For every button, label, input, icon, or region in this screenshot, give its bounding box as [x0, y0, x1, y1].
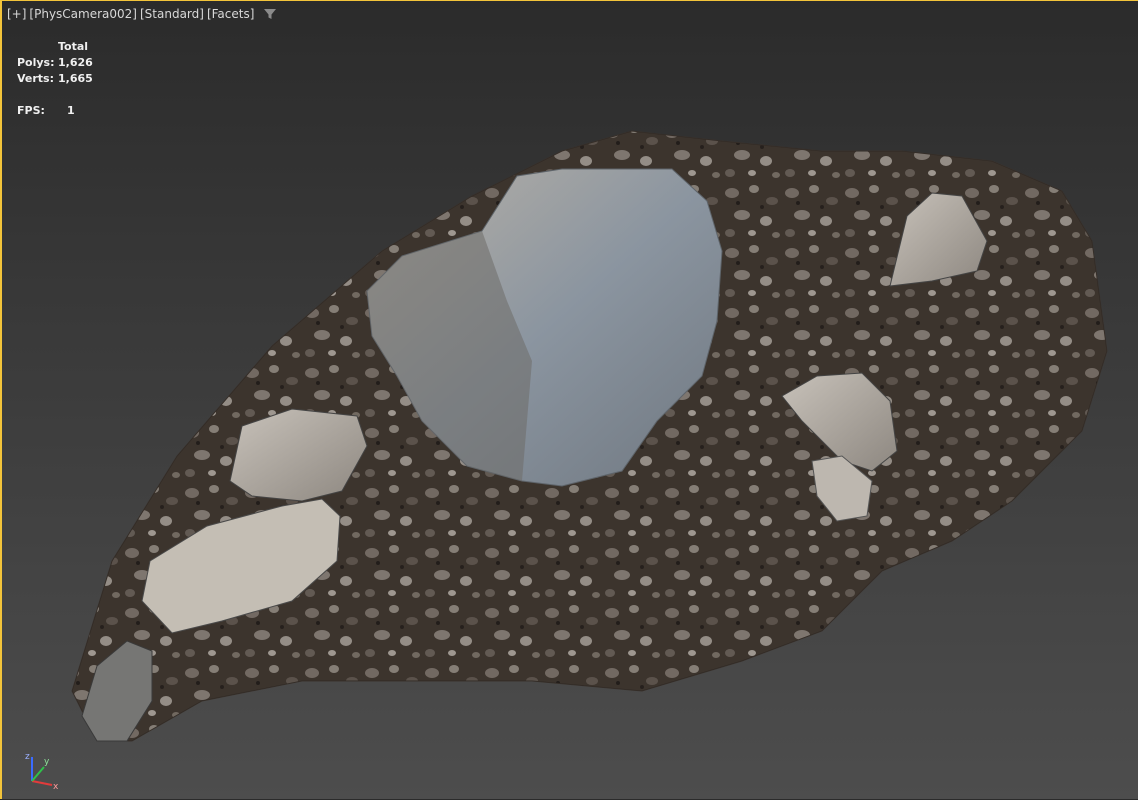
axis-y-label: y: [44, 757, 50, 767]
rock-terrain-mesh[interactable]: [2, 1, 1138, 800]
axis-gizmo: z y x: [25, 752, 59, 791]
viewport-perspective[interactable]: [+] [PhysCamera002] [Standard] [Facets] …: [0, 0, 1138, 799]
axis-z-label: z: [25, 752, 30, 762]
axis-x-label: x: [53, 782, 59, 791]
